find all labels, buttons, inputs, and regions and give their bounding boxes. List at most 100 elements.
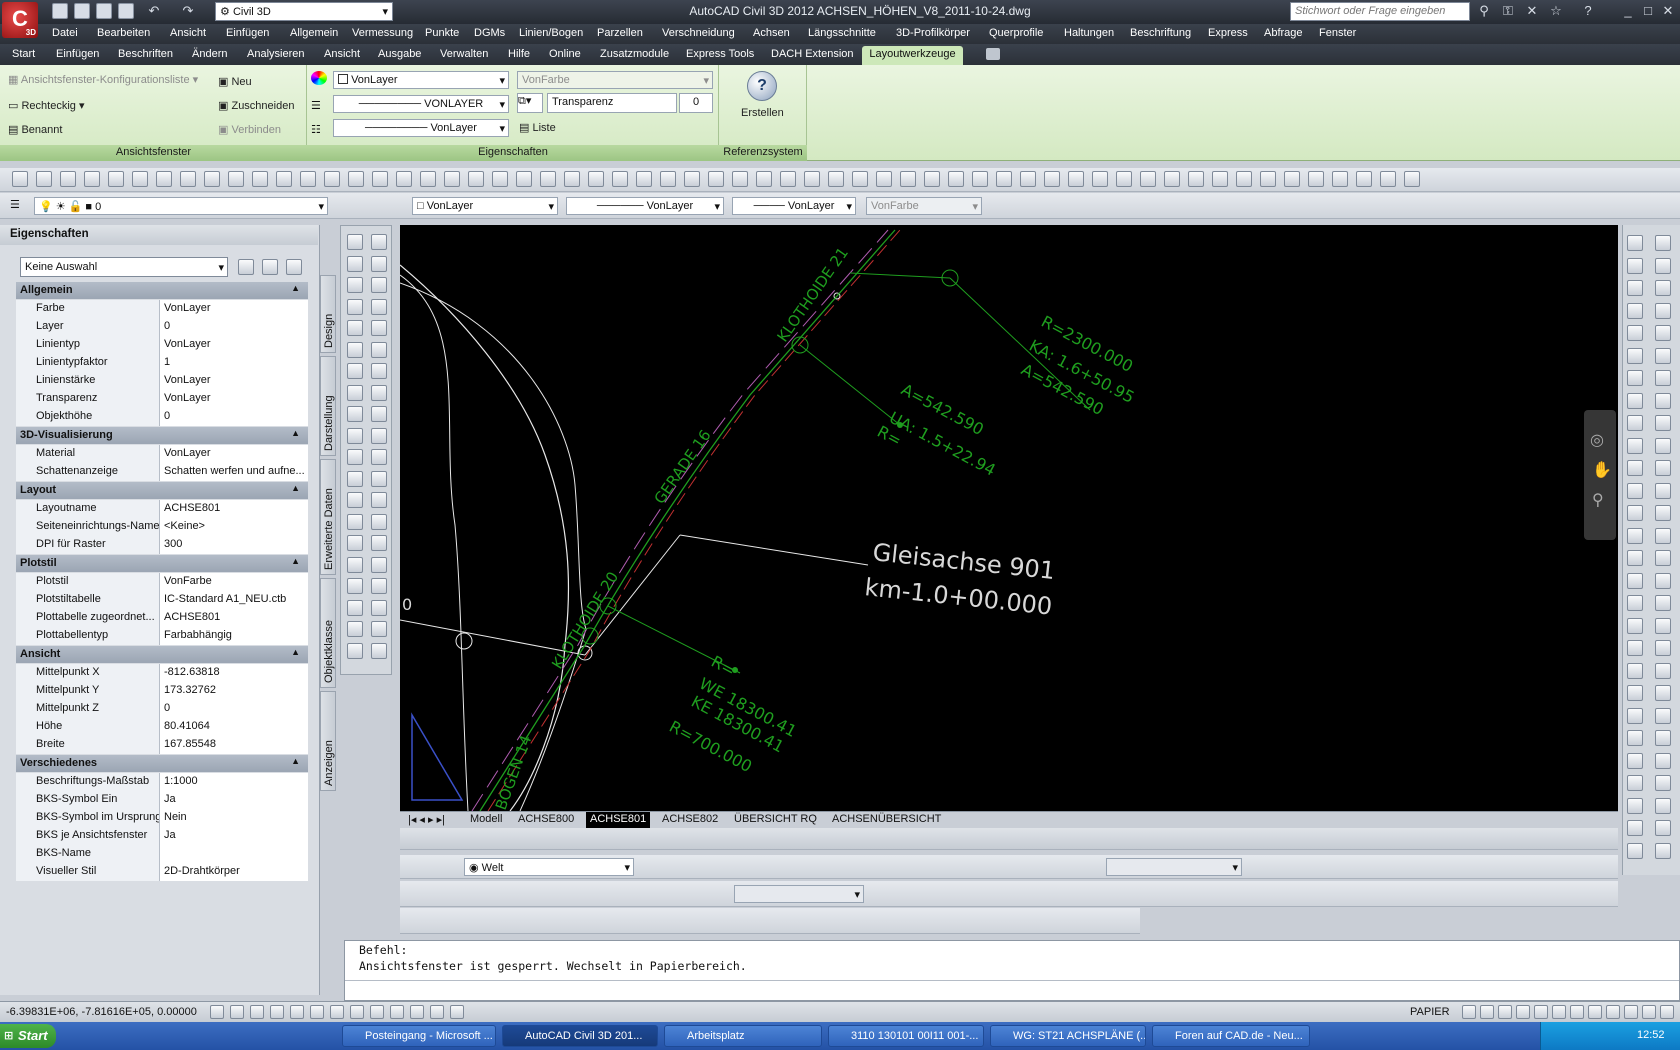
palette-tool-icon[interactable] [1627, 482, 1643, 499]
status-toggle-icon[interactable] [310, 1005, 324, 1019]
status-toggle-icon[interactable] [330, 1005, 344, 1019]
pan-icon[interactable]: ✋ [1592, 460, 1612, 480]
toolbar-tool-icon[interactable] [996, 171, 1012, 187]
draw-tool-icon[interactable] [347, 384, 363, 401]
exchange-icon[interactable]: ✕ [1524, 3, 1540, 19]
palette-tool-icon[interactable] [1655, 392, 1671, 409]
draw-tool-icon[interactable] [371, 492, 387, 508]
draw-tool-icon[interactable] [347, 470, 363, 487]
transparency-icon[interactable]: ⧉▾ [517, 93, 543, 113]
status-toggle-icon[interactable] [270, 1005, 284, 1019]
toolbar-tool-icon[interactable] [900, 171, 916, 187]
toolbar-tool-icon[interactable] [1284, 171, 1300, 187]
toolbar-tool-icon[interactable] [348, 171, 364, 187]
layout-tab-achse802[interactable]: ACHSE802 [658, 812, 722, 828]
palette-tool-icon[interactable] [1627, 370, 1643, 386]
menu-einfuegen[interactable]: Einfügen [226, 27, 269, 39]
draw-tool-icon[interactable] [371, 556, 387, 573]
transparency-value[interactable]: 0 [679, 93, 713, 113]
palette-tool-icon[interactable] [1627, 460, 1643, 476]
draw-tool-icon[interactable] [347, 492, 363, 508]
menu-vermessung[interactable]: Vermessung [352, 27, 413, 39]
tab-erweiterte-daten[interactable]: Erweiterte Daten [320, 459, 336, 575]
draw-tool-icon[interactable] [371, 449, 387, 465]
layer-linetype-combo[interactable]: ────── VonLayer ▾ [566, 197, 724, 215]
tab-layoutwerkzeuge[interactable]: Layoutwerkzeuge [862, 46, 963, 65]
draw-tool-icon[interactable] [371, 578, 387, 594]
property-value[interactable]: -812.63818 [160, 664, 308, 682]
property-row[interactable]: Breite 167.85548 [16, 736, 308, 754]
collapse-icon[interactable]: ▲ [291, 756, 300, 766]
quick-select-icon[interactable] [286, 259, 302, 275]
layout-tab-modell[interactable]: Modell [466, 812, 506, 828]
toolbar-tool-icon[interactable] [1188, 171, 1204, 187]
property-row[interactable]: Visueller Stil 2D-Drahtkörper [16, 863, 308, 881]
task-arbeitsplatz[interactable]: Arbeitsplatz [664, 1025, 822, 1047]
menu-bearbeiten[interactable]: Bearbeiten [97, 27, 150, 39]
menu-haltungen[interactable]: Haltungen [1064, 27, 1114, 39]
menu-ansicht[interactable]: Ansicht [170, 27, 206, 39]
status-tray-icon[interactable] [1480, 1005, 1494, 1019]
menu-dgms[interactable]: DGMs [474, 27, 505, 39]
draw-tool-icon[interactable] [347, 298, 363, 315]
minimize-icon[interactable]: _ [1620, 3, 1636, 19]
toolbar-tool-icon[interactable] [1092, 171, 1108, 187]
toolbar-tool-icon[interactable] [1044, 171, 1060, 187]
palette-tool-icon[interactable] [1655, 280, 1671, 296]
layer-manager-icon[interactable]: ☰ [10, 198, 32, 214]
property-value[interactable]: <Keine> [160, 518, 308, 536]
palette-tool-icon[interactable] [1655, 415, 1671, 431]
property-value[interactable]: IC-Standard A1_NEU.ctb [160, 591, 308, 609]
palette-tool-icon[interactable] [1655, 460, 1671, 476]
draw-tool-icon[interactable] [347, 363, 363, 379]
draw-tool-icon[interactable] [371, 234, 387, 250]
toolbar-tool-icon[interactable] [780, 171, 796, 187]
tab-analysieren[interactable]: Analysieren [247, 48, 304, 60]
property-value[interactable]: Farbabhängig [160, 627, 308, 645]
property-value[interactable]: 80.41064 [160, 718, 308, 736]
menu-3d-profilkoerper[interactable]: 3D-Profilkörper [896, 27, 970, 39]
collapse-icon[interactable]: ▲ [291, 647, 300, 657]
toolbar-tool-icon[interactable] [12, 171, 28, 187]
layout-tab-achse801[interactable]: ACHSE801 [586, 812, 651, 828]
save-icon[interactable] [96, 3, 112, 19]
property-value[interactable]: 167.85548 [160, 736, 308, 754]
toolbar-tool-icon[interactable] [1260, 171, 1276, 187]
draw-tool-icon[interactable] [371, 621, 387, 637]
toolbar-tool-icon[interactable] [1212, 171, 1228, 187]
property-row[interactable]: Objekthöhe 0 [16, 408, 308, 426]
tab-design[interactable]: Design [320, 275, 336, 353]
palette-tool-icon[interactable] [1627, 662, 1643, 679]
toolbar-tool-icon[interactable] [276, 171, 292, 187]
palette-tool-icon[interactable] [1627, 235, 1643, 251]
property-row[interactable]: Plottabellentyp Farbabhängig [16, 627, 308, 645]
property-value[interactable]: VonLayer [160, 300, 308, 318]
toolbar-tool-icon[interactable] [156, 171, 172, 187]
property-row[interactable]: Seiteneinrichtungs-Name <Keine> [16, 518, 308, 536]
property-section-header[interactable]: Layout ▲ [16, 482, 308, 499]
toolbar-tool-icon[interactable] [852, 171, 868, 187]
tab-einfuegen[interactable]: Einfügen [56, 48, 99, 60]
property-row[interactable]: Mittelpunkt Y 173.32762 [16, 682, 308, 700]
menu-laengsschnitte[interactable]: Längsschnitte [808, 27, 876, 39]
task-pdf[interactable]: 3110 130101 00I11 001-... [828, 1025, 984, 1047]
linetype-combo[interactable]: ──────── VONLAYER ▾ [333, 95, 509, 113]
property-value[interactable]: Ja [160, 791, 308, 809]
toolbar-tool-icon[interactable] [1020, 171, 1036, 187]
toolbar-tool-icon[interactable] [252, 171, 268, 187]
layer-plotstyle-combo[interactable]: VonFarbe ▾ [866, 197, 982, 215]
status-toggle-icon[interactable] [450, 1005, 464, 1019]
palette-tool-icon[interactable] [1627, 730, 1643, 746]
property-row[interactable]: DPI für Raster 300 [16, 536, 308, 554]
toolbar-tool-icon[interactable] [396, 171, 412, 187]
toolbar-tool-icon[interactable] [1404, 171, 1420, 187]
draw-tool-icon[interactable] [371, 642, 387, 659]
property-value[interactable]: 173.32762 [160, 682, 308, 700]
rechteckig-button[interactable]: ▭ Rechteckig ▾ [8, 99, 84, 112]
property-value[interactable]: Schatten werfen und aufne... [160, 463, 308, 481]
plotstyle-combo[interactable]: VonFarbe ▾ [517, 71, 713, 89]
property-row[interactable]: BKS-Name [16, 845, 308, 863]
toolbar-tool-icon[interactable] [828, 171, 844, 187]
property-row[interactable]: Material VonLayer [16, 445, 308, 463]
property-row[interactable]: Plotstil VonFarbe [16, 573, 308, 591]
